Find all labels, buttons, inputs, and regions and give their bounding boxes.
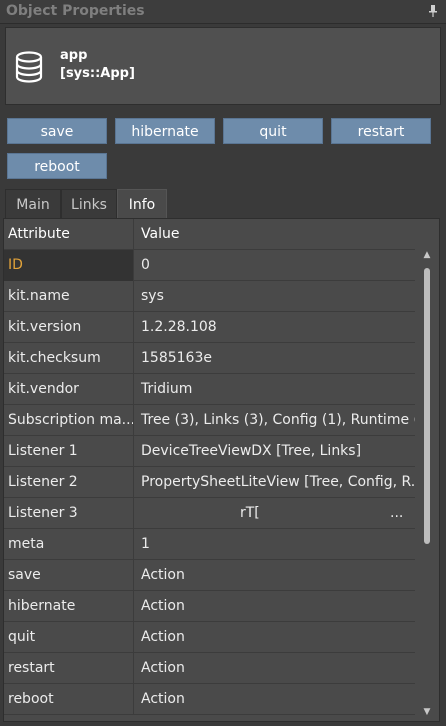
table-row[interactable]: kit.version 1.2.28.108	[4, 312, 416, 343]
panel-titlebar: Object Properties	[0, 0, 446, 24]
table-row[interactable]: restart Action	[4, 653, 416, 684]
attribute-cell: kit.vendor	[4, 374, 134, 405]
attribute-cell: kit.checksum	[4, 343, 134, 374]
table-row[interactable]: save Action	[4, 560, 416, 591]
pin-icon[interactable]	[428, 5, 438, 17]
table-row[interactable]: reboot Action	[4, 684, 416, 715]
restart-button[interactable]: restart	[331, 118, 431, 144]
table-row[interactable]: Listener 1 DeviceTreeViewDX [Tree, Links…	[4, 436, 416, 467]
value-cell: sys	[141, 288, 164, 304]
table-row[interactable]: kit.name sys	[4, 281, 416, 312]
attribute-cell: hibernate	[4, 591, 134, 622]
hibernate-button[interactable]: hibernate	[115, 118, 215, 144]
attribute-cell: save	[4, 560, 134, 591]
ellipsis-button[interactable]: ...	[390, 498, 403, 529]
table-row[interactable]: Subscription ma... Tree (3), Links (3), …	[4, 405, 416, 436]
scrollbar-thumb[interactable]	[424, 268, 430, 544]
attribute-cell: meta	[4, 529, 134, 560]
tab-main[interactable]: Main	[5, 189, 61, 219]
column-header-value[interactable]: Value	[135, 219, 416, 250]
table-row[interactable]: quit Action	[4, 622, 416, 653]
table-row[interactable]: Listener 2 PropertySheetLiteView [Tree, …	[4, 467, 416, 498]
tab-info[interactable]: Info	[117, 189, 167, 219]
save-button[interactable]: save	[7, 118, 107, 144]
value-cell: PropertySheetLiteView [Tree, Config, R..…	[141, 474, 416, 490]
value-cell: 0	[141, 257, 150, 273]
value-cell: Action	[141, 691, 185, 707]
table-header: Attribute Value	[4, 219, 416, 250]
value-cell: 1585163e	[141, 350, 212, 366]
attribute-cell: kit.name	[4, 281, 134, 312]
panel-title: Object Properties	[6, 3, 145, 19]
attribute-cell: Subscription ma...	[4, 405, 134, 436]
scroll-up-icon[interactable]: ▲	[421, 250, 433, 260]
value-cell: 1.2.28.108	[141, 319, 217, 335]
value-cell: Tridium	[141, 381, 193, 397]
table-row[interactable]: kit.vendor Tridium	[4, 374, 416, 405]
reboot-button[interactable]: reboot	[7, 153, 107, 179]
value-cell: Tree (3), Links (3), Config (1), Runtime…	[141, 412, 416, 428]
value-cell: Action	[141, 567, 185, 583]
tab-links[interactable]: Links	[61, 189, 117, 219]
table-row[interactable]: meta 1	[4, 529, 416, 560]
object-name: app	[60, 48, 88, 63]
quit-button[interactable]: quit	[223, 118, 323, 144]
info-table: Attribute Value ID 0 kit.name sys kit.ve…	[3, 218, 440, 722]
object-type: [sys::App]	[60, 66, 135, 81]
table-row[interactable]: hibernate Action	[4, 591, 416, 622]
value-cell: 1	[141, 536, 150, 552]
database-icon	[15, 51, 43, 83]
attribute-cell: ID	[4, 250, 134, 281]
table-row[interactable]: kit.checksum 1585163e	[4, 343, 416, 374]
value-cell: Action	[141, 660, 185, 676]
object-header: app [sys::App]	[5, 27, 441, 105]
table-row[interactable]: Listener 3 rT[ ...	[4, 498, 416, 529]
attribute-cell: reboot	[4, 684, 134, 715]
value-cell: Action	[141, 598, 185, 614]
attribute-cell: restart	[4, 653, 134, 684]
value-cell: rT[ ...	[135, 498, 416, 529]
table-row[interactable]: ID 0	[4, 250, 416, 281]
attribute-cell: Listener 1	[4, 436, 134, 467]
attribute-cell: kit.version	[4, 312, 134, 343]
column-header-attribute[interactable]: Attribute	[4, 219, 134, 250]
attribute-cell: Listener 3	[4, 498, 134, 529]
value-cell: DeviceTreeViewDX [Tree, Links]	[141, 443, 362, 459]
value-cell: Action	[141, 629, 185, 645]
scroll-down-icon[interactable]: ▼	[421, 707, 433, 717]
listener3-value: rT[	[240, 505, 260, 521]
vertical-scrollbar[interactable]: ▲ ▼	[415, 246, 439, 721]
attribute-cell: Listener 2	[4, 467, 134, 498]
attribute-cell: quit	[4, 622, 134, 653]
